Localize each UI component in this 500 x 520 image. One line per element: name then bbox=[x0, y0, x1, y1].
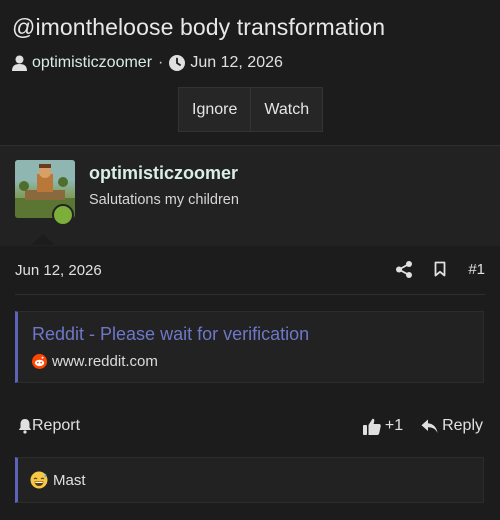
reddit-favicon bbox=[32, 354, 47, 369]
post-number-link[interactable]: #1 bbox=[468, 261, 485, 278]
grinning-sweat-emoji bbox=[30, 471, 48, 489]
report-label[interactable]: Report bbox=[32, 417, 80, 435]
bell-icon bbox=[18, 418, 32, 434]
reply-button[interactable]: Reply bbox=[421, 417, 483, 435]
ignore-button[interactable]: Ignore bbox=[179, 88, 250, 131]
watch-button[interactable]: Watch bbox=[250, 88, 322, 131]
reply-icon bbox=[421, 419, 438, 434]
meta-separator: · bbox=[158, 54, 164, 71]
header-pointer-arrow bbox=[31, 234, 55, 245]
reply-label[interactable]: Reply bbox=[442, 417, 483, 435]
reaction-count[interactable]: +1 bbox=[385, 417, 403, 435]
link-preview-title[interactable]: Reddit - Please wait for verification bbox=[32, 324, 309, 345]
thumbs-up-icon bbox=[362, 418, 381, 435]
link-preview-domain-row: www.reddit.com bbox=[32, 353, 158, 370]
online-status-indicator bbox=[52, 204, 74, 226]
thread-meta: optimisticzoomer · Jun 12, 2026 bbox=[12, 53, 283, 73]
clock-icon bbox=[169, 55, 186, 71]
post-date[interactable]: Jun 12, 2026 bbox=[15, 262, 102, 279]
post-username[interactable]: optimisticzoomer bbox=[89, 163, 238, 184]
next-post-quote: Mast bbox=[15, 457, 484, 503]
next-post-content: Mast bbox=[30, 471, 86, 489]
next-post-text: Mast bbox=[53, 471, 86, 489]
post-user-header bbox=[0, 145, 500, 246]
thread-date[interactable]: Jun 12, 2026 bbox=[190, 54, 283, 72]
share-icon[interactable] bbox=[396, 260, 413, 278]
post-footer-actions: +1 Reply bbox=[362, 415, 483, 437]
user-icon bbox=[12, 55, 27, 71]
link-preview-card[interactable]: Reddit - Please wait for verification ww… bbox=[15, 311, 484, 383]
report-link[interactable]: Report bbox=[18, 417, 80, 435]
post-user-title: Salutations my children bbox=[89, 192, 239, 208]
thread-action-buttons: Ignore Watch bbox=[178, 87, 324, 132]
bookmark-icon[interactable] bbox=[434, 261, 446, 277]
post-divider bbox=[15, 294, 485, 295]
thread-author-link[interactable]: optimisticzoomer bbox=[32, 54, 152, 72]
link-preview-domain: www.reddit.com bbox=[52, 353, 158, 370]
thread-title: @imontheloose body transformation bbox=[12, 14, 386, 40]
post-actions: #1 bbox=[396, 258, 485, 280]
like-button[interactable]: +1 bbox=[362, 417, 403, 435]
